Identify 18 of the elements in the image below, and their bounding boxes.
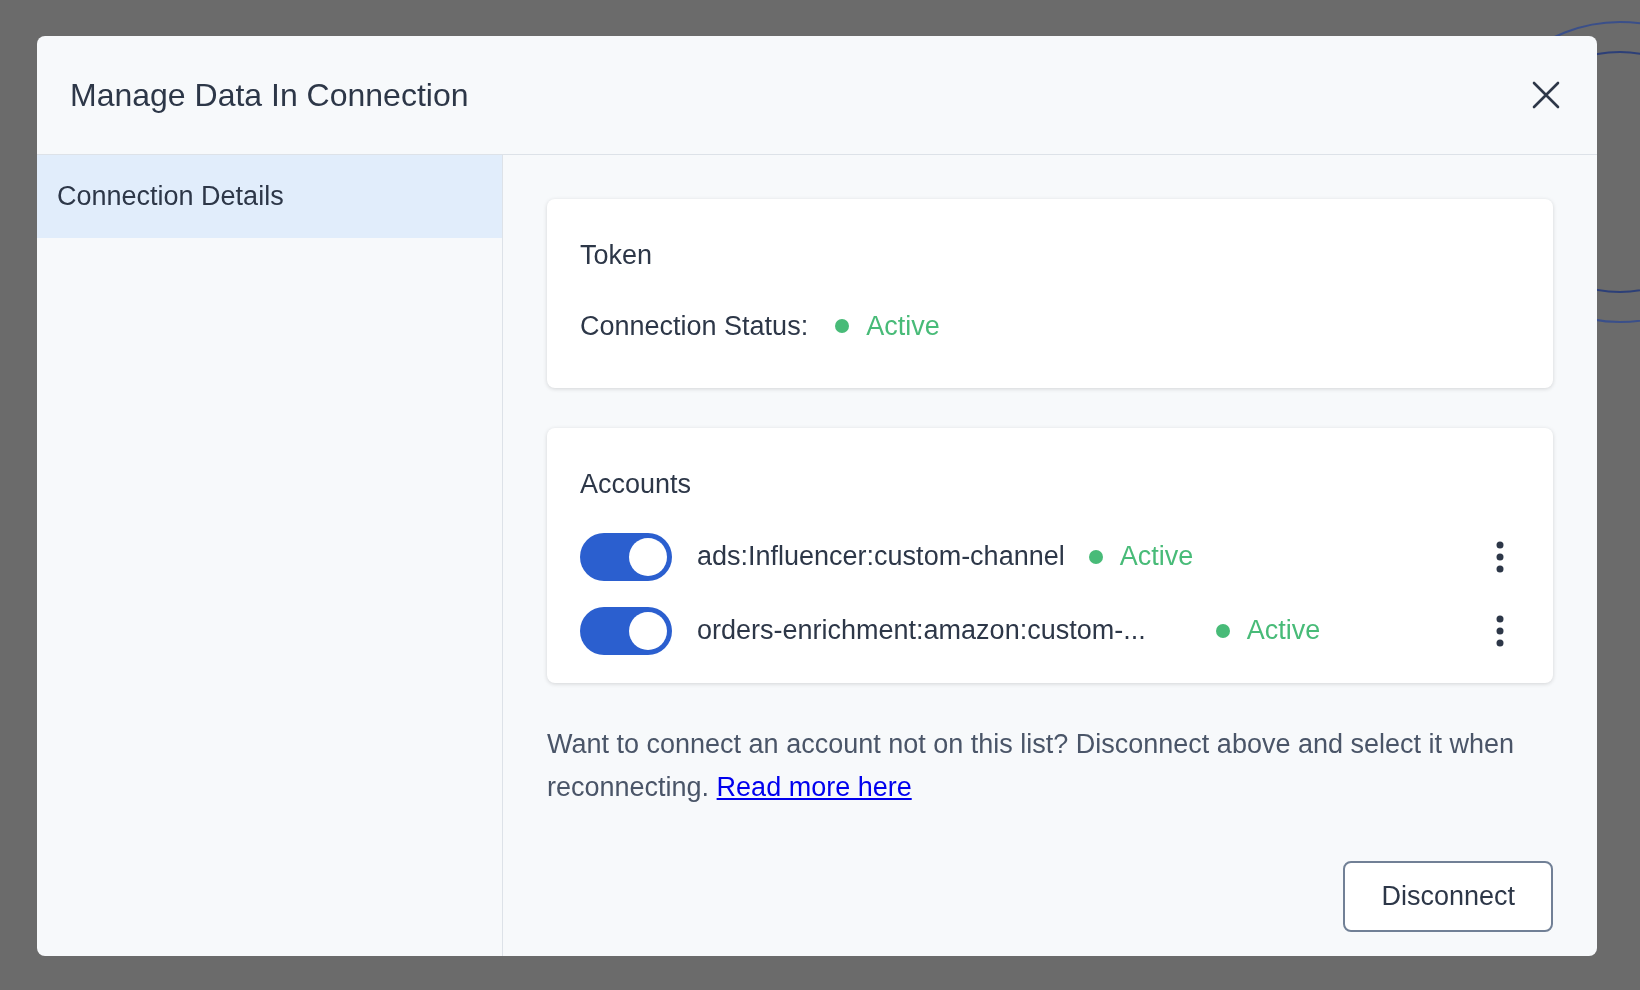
- read-more-link[interactable]: Read more here: [716, 771, 912, 802]
- close-icon: [1532, 81, 1560, 109]
- more-icon: [1496, 614, 1504, 647]
- status-label: Connection Status:: [580, 309, 809, 343]
- disconnect-button[interactable]: Disconnect: [1343, 861, 1553, 932]
- card-title: Accounts: [580, 468, 692, 501]
- account-name: ads:Influencer:custom-channel: [697, 540, 1065, 574]
- status-text: Active: [866, 309, 940, 343]
- status-text: Active: [1119, 540, 1194, 574]
- sidebar-item[interactable]: Connection Details: [37, 155, 502, 238]
- toggle-switch[interactable]: [580, 606, 672, 655]
- status-text: Active: [1246, 614, 1321, 648]
- card-title: Token: [580, 239, 653, 272]
- dialog-title: Manage Data In Connection: [70, 76, 469, 115]
- more-icon: [1496, 540, 1504, 573]
- info-text: Want to connect an account not on this list? Disconnect above and select it when reconnecting. Read more here: [547, 727, 1516, 804]
- account-name: orders-enrichment:amazon:custom-...: [697, 614, 1146, 648]
- toggle-switch[interactable]: [580, 532, 672, 581]
